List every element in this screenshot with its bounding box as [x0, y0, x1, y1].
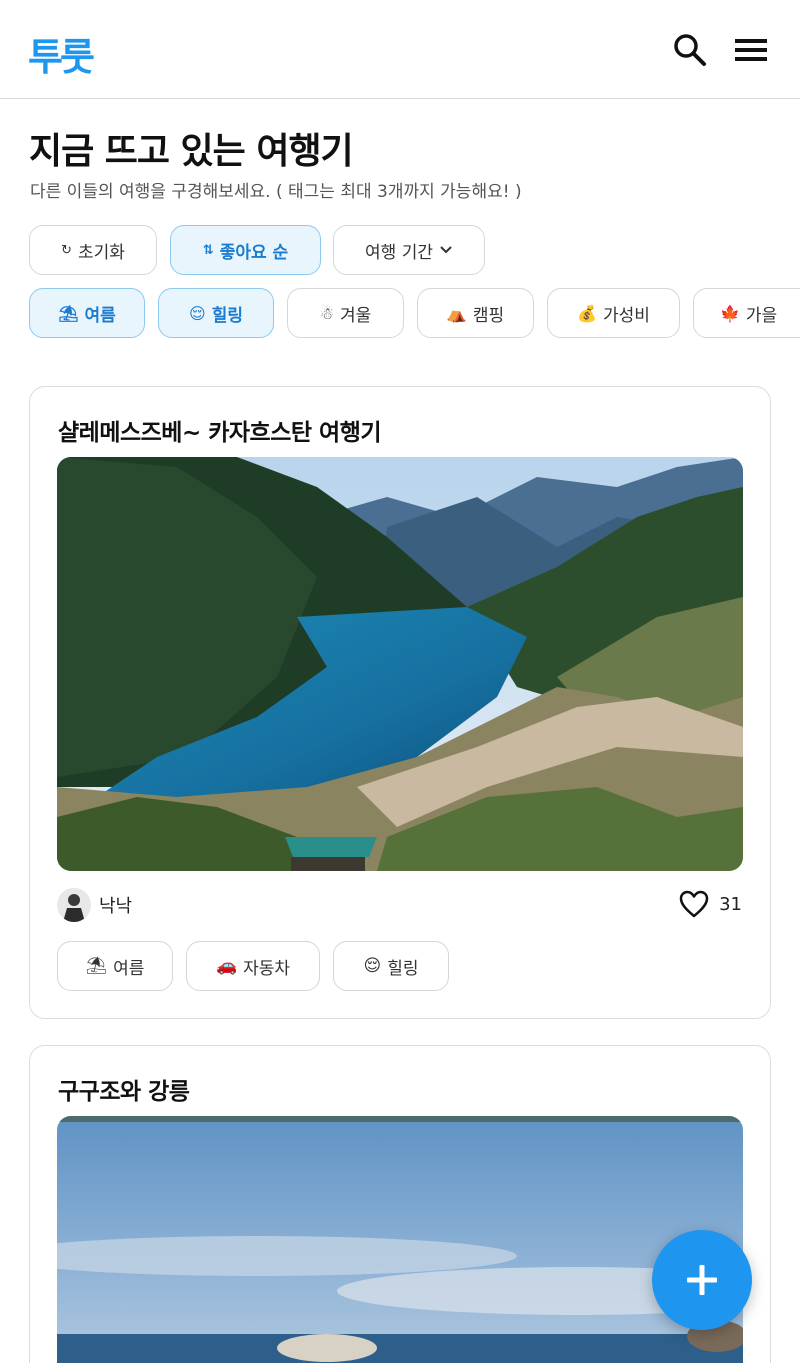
app-logo[interactable]: 투룻 [28, 26, 95, 81]
page-subtitle: 다른 이들의 여행을 구경해보세요. ( 태그는 최대 3개까지 가능해요! ) [30, 182, 522, 202]
search-button[interactable] [672, 32, 708, 68]
menu-button[interactable] [733, 36, 769, 64]
maple-leaf-icon: 🍁 [720, 303, 740, 323]
heart-icon [679, 890, 709, 918]
post-title: 구구조와 강릉 [58, 1079, 190, 1105]
plus-icon [687, 1265, 717, 1295]
hamburger-menu-icon [735, 39, 767, 61]
post-tag-car[interactable]: 🚗 자동차 [186, 941, 320, 991]
sort-icon: ⇅ [202, 242, 214, 258]
tag-summer[interactable]: ⛱ 여름 [29, 288, 145, 338]
relieved-face-icon: 😌 [363, 956, 382, 976]
post-title: 샬레메스즈베~ 카자흐스탄 여행기 [58, 420, 382, 446]
post-author[interactable]: 낙낙 [57, 887, 132, 923]
tag-label: 힐링 [211, 305, 243, 326]
app-header: 투룻 [0, 0, 800, 99]
tag-label: 겨울 [340, 305, 372, 326]
tag-value[interactable]: 💰 가성비 [547, 288, 680, 338]
beach-umbrella-icon: ⛱ [85, 956, 108, 976]
avatar [57, 888, 91, 922]
tag-winter[interactable]: ☃ 겨울 [287, 288, 404, 338]
sort-label: 좋아요 순 [219, 242, 289, 263]
reset-label: 초기화 [77, 242, 125, 263]
tag-label: 힐링 [387, 958, 419, 979]
chevron-down-icon [440, 246, 452, 254]
like-count: 31 [719, 893, 742, 915]
author-name: 낙낙 [99, 896, 133, 917]
tag-label: 가성비 [603, 305, 650, 326]
tag-label: 가을 [745, 305, 778, 326]
tag-healing[interactable]: 😌 힐링 [158, 288, 274, 338]
period-label: 여행 기간 [365, 242, 433, 263]
tag-label: 여름 [113, 958, 145, 979]
tag-autumn[interactable]: 🍁 가을 [693, 288, 800, 338]
relieved-face-icon: 😌 [189, 303, 206, 323]
like-button[interactable]: 31 [679, 890, 742, 918]
post-tag-summer[interactable]: ⛱ 여름 [57, 941, 173, 991]
sort-button[interactable]: ⇅ 좋아요 순 [170, 225, 321, 275]
page-title: 지금 뜨고 있는 여행기 [29, 131, 354, 172]
tag-camping[interactable]: ⛺ 캠핑 [417, 288, 534, 338]
tag-label: 여름 [84, 305, 116, 326]
post-card[interactable]: 구구조와 강릉 [29, 1045, 771, 1363]
tent-icon: ⛺ [446, 303, 467, 323]
car-icon: 🚗 [215, 956, 238, 976]
snowman-icon: ☃ [319, 303, 335, 323]
beach-umbrella-icon: ⛱ [58, 303, 79, 323]
travel-period-dropdown[interactable]: 여행 기간 [333, 225, 485, 275]
search-icon [674, 34, 706, 66]
money-bag-icon: 💰 [577, 303, 597, 323]
post-card[interactable]: 샬레메스즈베~ 카자흐스탄 여행기 낙낙 31 ⛱ 여름 🚗 자동차 😌 힐링 [29, 386, 771, 1019]
post-tag-healing[interactable]: 😌 힐링 [333, 941, 449, 991]
create-post-button[interactable] [652, 1230, 752, 1330]
tag-label: 자동차 [243, 958, 291, 979]
reset-button[interactable]: ↻ 초기화 [29, 225, 157, 275]
post-image [57, 457, 743, 871]
reset-icon: ↻ [61, 242, 72, 258]
post-image [57, 1116, 743, 1363]
tag-filter-row: ⛱ 여름 😌 힐링 ☃ 겨울 ⛺ 캠핑 💰 가성비 🍁 가을 [0, 288, 800, 340]
tag-label: 캠핑 [472, 305, 505, 326]
